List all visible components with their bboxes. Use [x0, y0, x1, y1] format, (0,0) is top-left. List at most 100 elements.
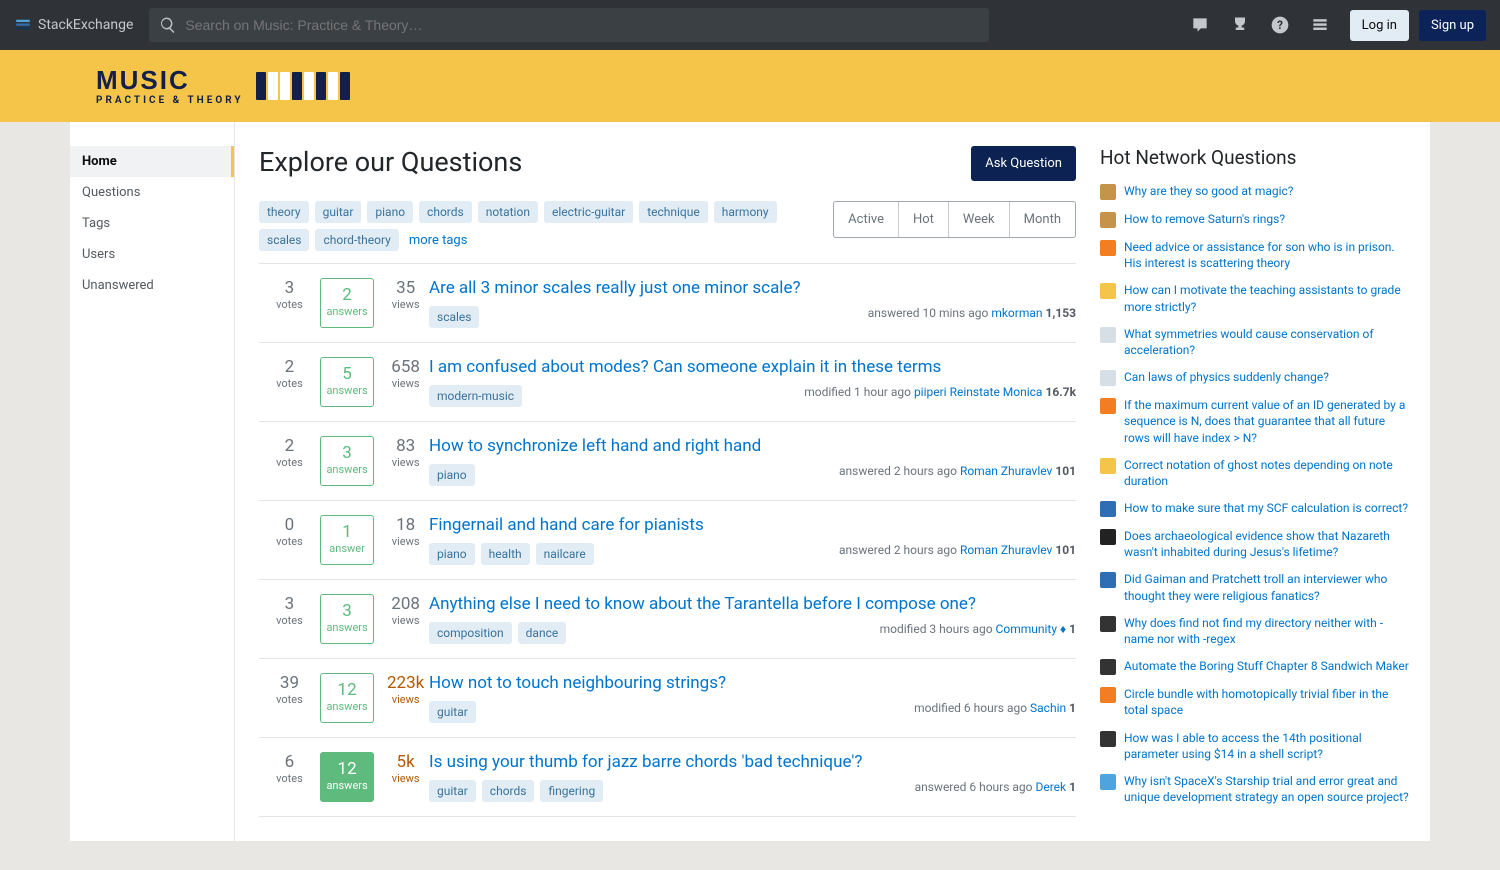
filter-tag[interactable]: chords	[419, 201, 472, 223]
hot-question-link[interactable]: If the maximum current value of an ID ge…	[1124, 397, 1412, 446]
hot-question-item: Does archaeological evidence show that N…	[1100, 528, 1412, 560]
filter-tag[interactable]: guitar	[315, 201, 362, 223]
login-button[interactable]: Log in	[1350, 10, 1409, 41]
page-container: HomeQuestionsTagsUsersUnanswered Explore…	[70, 122, 1430, 841]
question-tag[interactable]: health	[481, 543, 530, 565]
more-tags-link[interactable]: more tags	[409, 233, 468, 248]
question-title[interactable]: Are all 3 minor scales really just one m…	[429, 278, 1076, 298]
filter-tag[interactable]: chord-theory	[315, 229, 398, 251]
main-column: Explore our Questions Ask Question theor…	[234, 122, 1100, 841]
nav-questions[interactable]: Questions	[70, 177, 234, 208]
question-title[interactable]: How not to touch neighbouring strings?	[429, 673, 1076, 693]
question-tag[interactable]: chords	[482, 780, 535, 802]
hot-question-link[interactable]: Does archaeological evidence show that N…	[1124, 528, 1412, 560]
hot-question-link[interactable]: Did Gaiman and Pratchett troll an interv…	[1124, 571, 1412, 603]
hot-question-link[interactable]: Why isn't SpaceX's Starship trial and er…	[1124, 773, 1412, 805]
question-tag[interactable]: guitar	[429, 780, 476, 802]
hot-question-item: Need advice or assistance for son who is…	[1100, 239, 1412, 271]
question-tag[interactable]: piano	[429, 464, 475, 486]
question-title[interactable]: I am confused about modes? Can someone e…	[429, 357, 1076, 377]
question-tag[interactable]: scales	[429, 306, 479, 328]
question-tag[interactable]: dance	[518, 622, 567, 644]
search-wrap[interactable]	[149, 8, 989, 42]
hot-question-link[interactable]: How can I motivate the teaching assistan…	[1124, 282, 1412, 314]
filter-tag[interactable]: technique	[639, 201, 708, 223]
topbar: StackExchange ? Log in Sign up	[0, 0, 1500, 50]
question-row: 2votes3answers83viewsHow to synchronize …	[259, 422, 1076, 501]
answers-box: 2answers	[320, 278, 374, 328]
question-title[interactable]: Anything else I need to know about the T…	[429, 594, 1076, 614]
hot-question-link[interactable]: Can laws of physics suddenly change?	[1124, 369, 1329, 386]
hot-question-link[interactable]: Why are they so good at magic?	[1124, 183, 1293, 200]
hot-question-item: Did Gaiman and Pratchett troll an interv…	[1100, 571, 1412, 603]
question-row: 6votes12answers5kviewsIs using your thum…	[259, 738, 1076, 817]
filter-tag[interactable]: theory	[259, 201, 309, 223]
hot-question-link[interactable]: Need advice or assistance for son who is…	[1124, 239, 1412, 271]
question-tag[interactable]: composition	[429, 622, 512, 644]
hot-question-item: Why does find not find my directory neit…	[1100, 615, 1412, 647]
hot-question-link[interactable]: How to remove Saturn's rings?	[1124, 211, 1285, 228]
filter-tag[interactable]: electric-guitar	[544, 201, 633, 223]
views-box: 658views	[382, 357, 429, 407]
nav-home[interactable]: Home	[70, 146, 234, 177]
user-link[interactable]: Derek	[1035, 780, 1066, 794]
filter-tag[interactable]: piano	[367, 201, 413, 223]
user-link[interactable]: Roman Zhuravlev	[960, 464, 1052, 478]
question-list: 3votes2answers35viewsAre all 3 minor sca…	[259, 263, 1076, 817]
filter-tag[interactable]: harmony	[714, 201, 777, 223]
user-link[interactable]: mkorman	[991, 306, 1042, 320]
question-title[interactable]: How to synchronize left hand and right h…	[429, 436, 1076, 456]
question-tag[interactable]: guitar	[429, 701, 476, 723]
hot-question-link[interactable]: Circle bundle with homotopically trivial…	[1124, 686, 1412, 718]
votes-box: 6votes	[267, 752, 312, 802]
question-tag[interactable]: nailcare	[536, 543, 594, 565]
question-title[interactable]: Fingernail and hand care for pianists	[429, 515, 1076, 535]
votes-box: 2votes	[267, 436, 312, 486]
views-box: 223kviews	[382, 673, 429, 723]
question-tag[interactable]: modern-music	[429, 385, 522, 407]
hot-question-item: How to remove Saturn's rings?	[1100, 211, 1412, 228]
user-link[interactable]: piiperi Reinstate Monica	[914, 385, 1043, 399]
question-title[interactable]: Is using your thumb for jazz barre chord…	[429, 752, 1076, 772]
question-row: 39votes12answers223kviewsHow not to touc…	[259, 659, 1076, 738]
hot-question-link[interactable]: How to make sure that my SCF calculation…	[1124, 500, 1408, 517]
site-favicon	[1100, 458, 1116, 474]
hot-question-link[interactable]: How was I able to access the 14th positi…	[1124, 730, 1412, 762]
question-row: 2votes5answers658viewsI am confused abou…	[259, 343, 1076, 422]
hot-question-link[interactable]: Why does find not find my directory neit…	[1124, 615, 1412, 647]
user-link[interactable]: Sachin	[1030, 701, 1066, 715]
nav-users[interactable]: Users	[70, 239, 234, 270]
question-tag[interactable]: piano	[429, 543, 475, 565]
answers-box: 1answer	[320, 515, 374, 565]
filter-tag[interactable]: notation	[478, 201, 538, 223]
help-icon[interactable]: ?	[1262, 7, 1298, 43]
user-link[interactable]: Community ♦	[996, 622, 1067, 636]
site-favicon	[1100, 370, 1116, 386]
tab-month[interactable]: Month	[1009, 202, 1075, 237]
site-favicon	[1100, 283, 1116, 299]
sites-menu-icon[interactable]	[1302, 7, 1338, 43]
tab-hot[interactable]: Hot	[898, 202, 948, 237]
nav-unanswered[interactable]: Unanswered	[70, 270, 234, 301]
search-icon	[159, 16, 177, 34]
trophy-icon[interactable]	[1222, 7, 1258, 43]
hot-question-link[interactable]: Correct notation of ghost notes dependin…	[1124, 457, 1412, 489]
filter-tags: theory guitarpiano chords notation electric-…	[259, 201, 779, 251]
site-favicon	[1100, 774, 1116, 790]
search-input[interactable]	[177, 17, 979, 33]
hot-question-link[interactable]: Automate the Boring Stuff Chapter 8 Sand…	[1124, 658, 1409, 675]
nav-tags[interactable]: Tags	[70, 208, 234, 239]
filter-tag[interactable]: scales	[259, 229, 309, 251]
stackexchange-logo[interactable]: StackExchange	[14, 16, 133, 34]
tab-week[interactable]: Week	[948, 202, 1009, 237]
question-row: 3votes2answers35viewsAre all 3 minor sca…	[259, 264, 1076, 343]
inbox-icon[interactable]	[1182, 7, 1218, 43]
user-link[interactable]: Roman Zhuravlev	[960, 543, 1052, 557]
ask-question-button[interactable]: Ask Question	[971, 146, 1076, 181]
tab-active[interactable]: Active	[834, 202, 898, 237]
question-tag[interactable]: fingering	[540, 780, 603, 802]
site-favicon	[1100, 572, 1116, 588]
views-box: 35views	[382, 278, 429, 328]
hot-question-link[interactable]: What symmetries would cause conservation…	[1124, 326, 1412, 358]
signup-button[interactable]: Sign up	[1419, 10, 1486, 41]
